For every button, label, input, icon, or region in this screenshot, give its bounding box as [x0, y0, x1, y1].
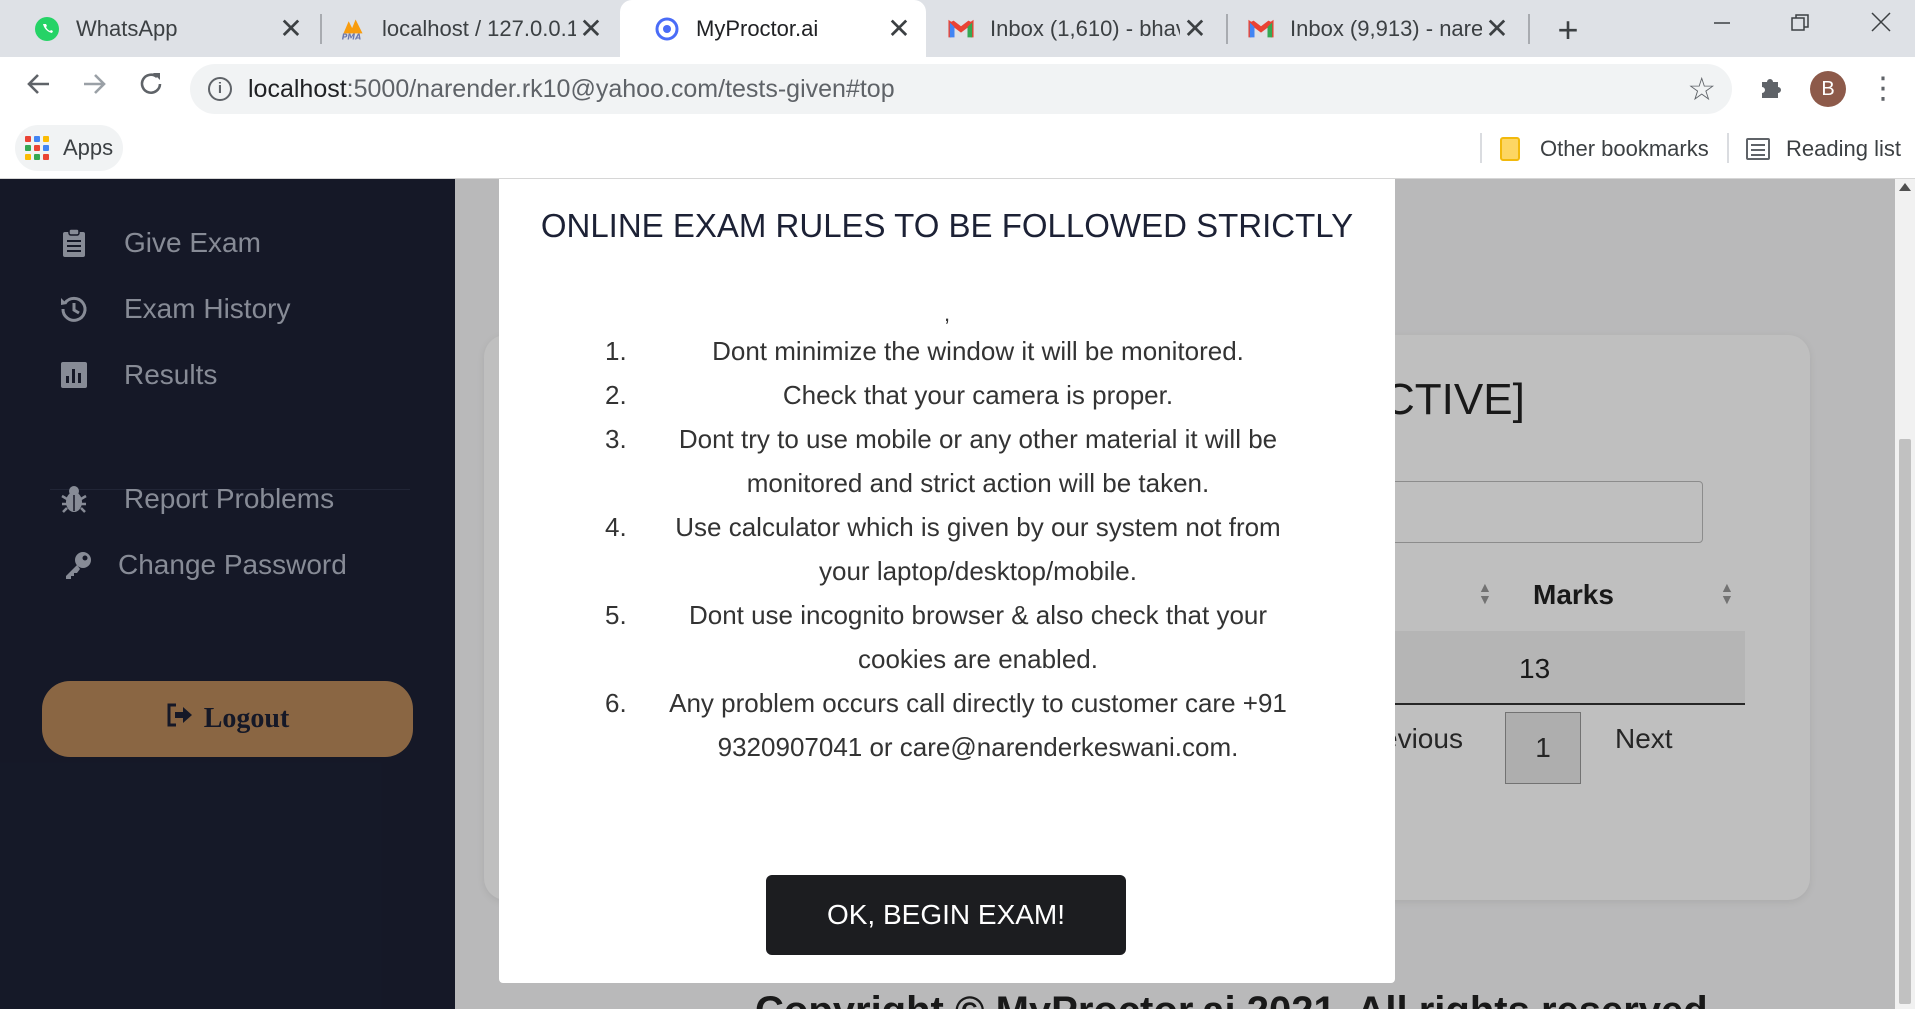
close-icon[interactable]: ✕: [884, 13, 914, 44]
rule-number: 4.: [605, 512, 627, 542]
bookmark-other[interactable]: Other bookmarks: [1500, 129, 1709, 169]
bookmark-separator: [1480, 133, 1482, 163]
rule-item: 2. Check that your camera is proper.: [605, 373, 1305, 417]
reading-list[interactable]: Reading list: [1746, 129, 1901, 169]
close-icon[interactable]: ✕: [276, 13, 306, 44]
url-path: :5000/narender.rk10@yahoo.com/tests-give…: [346, 75, 895, 103]
tab-title: Inbox (1,610) - bhavi: [990, 15, 1180, 41]
info-icon[interactable]: i: [208, 77, 232, 101]
back-button[interactable]: [19, 69, 59, 109]
tab-title: WhatsApp: [76, 15, 178, 41]
tab-gmail-bhavi[interactable]: Inbox (1,610) - bhavi ✕: [928, 0, 1222, 57]
close-window-button[interactable]: [1856, 6, 1906, 46]
restore-button[interactable]: [1775, 6, 1825, 46]
rule-number: 5.: [605, 600, 627, 630]
tab-phpmyadmin[interactable]: PMA localhost / 127.0.0.1 | phpMyAdmin ✕: [322, 0, 618, 57]
rule-number: 6.: [605, 688, 627, 718]
new-tab-button[interactable]: +: [1548, 10, 1588, 50]
close-icon[interactable]: ✕: [576, 13, 606, 44]
rule-number: 3.: [605, 424, 627, 454]
tab-gmail-naren[interactable]: Inbox (9,913) - naren ✕: [1228, 0, 1524, 57]
reading-list-icon: [1746, 138, 1770, 160]
bookmark-star-icon[interactable]: ☆: [1687, 70, 1716, 108]
modal-stray-text: ,: [943, 301, 951, 326]
page-scrollbar[interactable]: [1895, 179, 1915, 1009]
rule-text: Dont minimize the window it will be moni…: [712, 336, 1244, 366]
minimize-button[interactable]: [1697, 6, 1747, 46]
whatsapp-icon: [34, 16, 60, 42]
close-icon[interactable]: ✕: [1180, 13, 1210, 44]
rule-text: Any problem occurs call directly to cust…: [669, 688, 1287, 762]
reload-icon: [140, 73, 162, 94]
rule-number: 2.: [605, 380, 627, 410]
arrow-left-icon: [27, 74, 49, 94]
exam-rules-modal: ONLINE EXAM RULES TO BE FOLLOWED STRICTL…: [499, 179, 1395, 983]
reading-list-label: Reading list: [1786, 136, 1901, 161]
tab-title: Inbox (9,913) - naren: [1290, 15, 1482, 41]
tab-whatsapp[interactable]: WhatsApp ✕: [0, 0, 318, 57]
folder-icon: [1500, 137, 1520, 161]
rule-text: Dont use incognito browser & also check …: [688, 600, 1268, 674]
scroll-up-arrow-icon[interactable]: [1899, 183, 1911, 191]
rule-item: 5. Dont use incognito browser & also chec…: [605, 593, 1305, 681]
close-icon[interactable]: ✕: [1482, 13, 1512, 44]
bookmark-apps[interactable]: Apps: [15, 125, 124, 171]
minimize-icon: [1714, 22, 1730, 24]
browser-toolbar: i localhost:5000/narender.rk10@yahoo.com…: [0, 57, 1915, 121]
rule-number: 1.: [605, 336, 627, 366]
profile-avatar[interactable]: B: [1810, 71, 1846, 107]
extensions-icon[interactable]: [1755, 72, 1787, 104]
rule-item: 1. Dont minimize the window it will be mo…: [605, 329, 1305, 373]
rule-item: 6. Any problem occurs call directly to cu…: [605, 681, 1305, 769]
rule-item: 3. Dont try to use mobile or any other ma…: [605, 417, 1305, 505]
tab-title: MyProctor.ai: [696, 15, 819, 41]
reload-button[interactable]: [131, 69, 171, 109]
tab-title: localhost / 127.0.0.1 | phpMyAdmin: [382, 15, 576, 41]
rule-text: Dont try to use mobile or any other mate…: [678, 424, 1278, 498]
tab-myproctor[interactable]: MyProctor.ai ✕: [620, 0, 926, 57]
url-host: localhost: [248, 75, 347, 103]
rule-text: Use calculator which is given by our sys…: [675, 512, 1281, 586]
myproctor-icon: [654, 16, 680, 42]
browser-menu-icon[interactable]: ⋮: [1868, 69, 1898, 109]
phpmyadmin-logo-text: PMA: [342, 32, 362, 41]
tab-separator: [1528, 14, 1530, 44]
arrow-right-icon: [84, 74, 106, 94]
scroll-thumb[interactable]: [1899, 439, 1911, 1004]
tab-strip: WhatsApp ✕ PMA localhost / 127.0.0.1 | p…: [0, 0, 1915, 57]
rule-item: 4. Use calculator which is given by our s…: [605, 505, 1305, 593]
rules-list: 1. Dont minimize the window it will be mo…: [605, 329, 1305, 769]
gmail-icon: [948, 16, 974, 42]
forward-button[interactable]: [74, 69, 114, 109]
apps-grid-icon: [25, 136, 49, 160]
bookmark-separator: [1727, 133, 1729, 163]
address-bar[interactable]: i localhost:5000/narender.rk10@yahoo.com…: [190, 64, 1732, 114]
page-viewport: Give Exam Exam History Results Report Pr…: [0, 179, 1895, 1009]
rule-text: Check that your camera is proper.: [782, 380, 1174, 410]
bookmarks-bar: Apps Other bookmarks Reading list: [0, 121, 1915, 179]
modal-title: ONLINE EXAM RULES TO BE FOLLOWED STRICTL…: [540, 207, 1354, 244]
restore-icon: [1791, 14, 1809, 31]
bookmark-apps-label: Apps: [63, 135, 114, 160]
bookmark-other-label: Other bookmarks: [1540, 136, 1709, 161]
begin-exam-button[interactable]: OK, BEGIN EXAM!: [766, 875, 1126, 955]
url-text: localhost:5000/narender.rk10@yahoo.com/t…: [248, 75, 895, 104]
gmail-icon: [1248, 16, 1274, 42]
phpmyadmin-icon: PMA: [340, 16, 366, 42]
close-icon: [1871, 12, 1891, 32]
